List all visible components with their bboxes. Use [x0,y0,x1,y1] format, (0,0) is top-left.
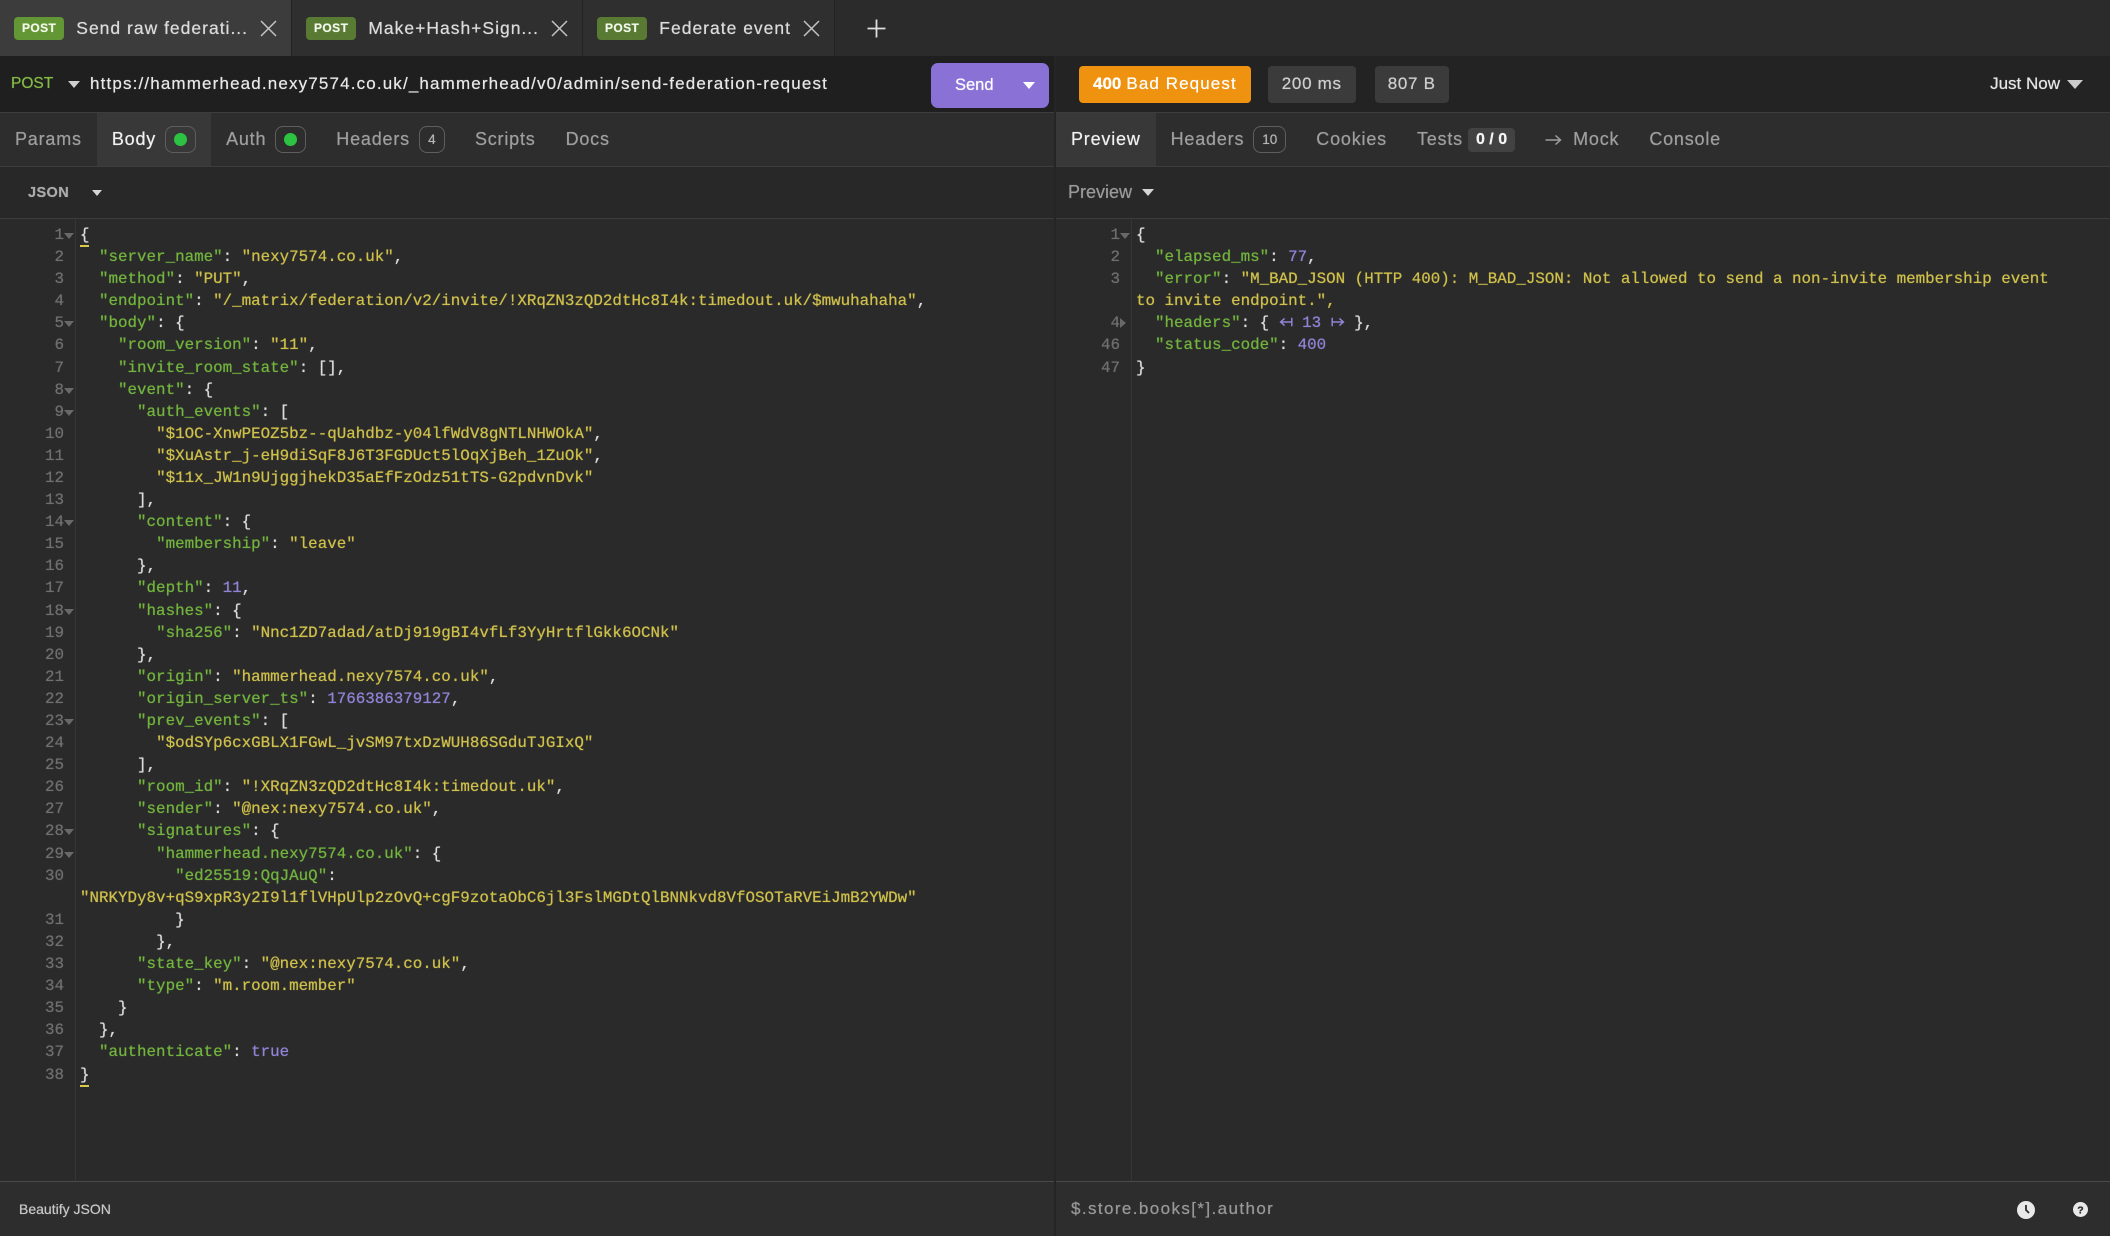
svg-text:?: ? [2077,1204,2083,1216]
